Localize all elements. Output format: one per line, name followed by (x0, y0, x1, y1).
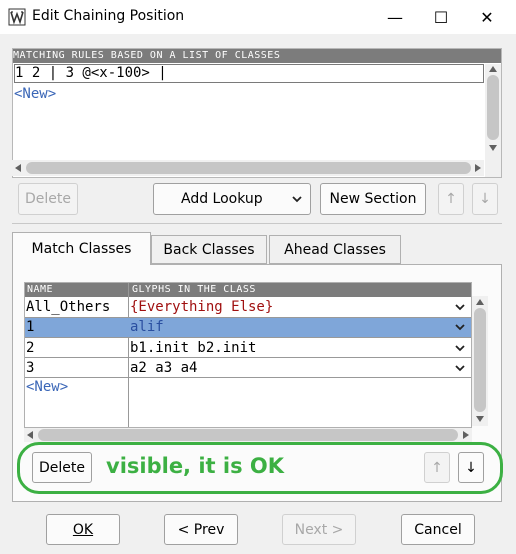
chevron-down-icon[interactable] (455, 324, 465, 331)
rules-new-item[interactable]: <New> (14, 86, 56, 102)
class-name-cell[interactable]: 3 (26, 358, 128, 378)
chevron-down-icon[interactable] (455, 365, 465, 372)
move-rule-down-button[interactable]: ↓ (472, 183, 498, 215)
prev-button[interactable]: < Prev (164, 514, 238, 545)
column-divider (128, 283, 129, 427)
add-lookup-dropdown[interactable]: Add Lookup (153, 183, 311, 215)
move-rule-up-button[interactable]: ↑ (438, 183, 464, 215)
rules-horizontal-scroll-thumb[interactable] (26, 162, 471, 174)
class-glyphs-cell[interactable]: {Everything Else} (130, 297, 450, 317)
next-label: Next > (294, 521, 344, 538)
move-class-down-button[interactable]: ↓ (458, 452, 484, 483)
new-section-button[interactable]: New Section (320, 183, 426, 215)
col-header-glyphs: Glyphs in the class (130, 283, 471, 297)
ok-button[interactable]: OK (46, 514, 120, 545)
scroll-right-arrow-icon[interactable] (462, 430, 470, 440)
rules-horizontal-scrollbar[interactable] (12, 160, 484, 176)
move-class-up-button[interactable]: ↑ (424, 452, 450, 483)
ok-label: OK (72, 521, 94, 538)
classes-horizontal-scrollbar[interactable] (24, 428, 472, 442)
scroll-up-arrow-icon[interactable] (488, 65, 498, 73)
annotation-text: visible, it is OK (106, 454, 285, 478)
tab-back-classes[interactable]: Back Classes (151, 235, 267, 264)
window-title: Edit Chaining Position (32, 8, 185, 24)
col-header-name: Name (25, 283, 130, 297)
add-lookup-label: Add Lookup (181, 191, 263, 207)
tab-ahead-classes[interactable]: Ahead Classes (269, 235, 401, 264)
class-name-cell[interactable]: All_Others (26, 297, 128, 317)
tab-match-classes[interactable]: Match Classes (12, 232, 151, 265)
app-icon (8, 8, 26, 26)
scroll-left-arrow-icon[interactable] (26, 430, 34, 440)
close-button[interactable]: ✕ (464, 0, 510, 34)
rules-vertical-scrollbar[interactable] (485, 64, 501, 177)
scroll-up-arrow-icon[interactable] (475, 298, 485, 306)
classes-table[interactable]: Name Glyphs in the class All_Others {Eve… (24, 282, 472, 428)
chevron-down-icon (292, 196, 302, 203)
chevron-down-icon[interactable] (455, 304, 465, 311)
scroll-left-arrow-icon[interactable] (14, 163, 22, 173)
class-name-cell[interactable]: 2 (26, 338, 128, 358)
maximize-button[interactable]: ☐ (418, 0, 464, 34)
cancel-button[interactable]: Cancel (401, 514, 475, 545)
rule-line-input[interactable]: 1 2 | 3 @<x-100> | (14, 64, 484, 83)
rules-header: Matching rules based on a list of classe… (13, 49, 501, 63)
classes-vertical-scrollbar[interactable] (472, 296, 488, 426)
minimize-button[interactable]: — (372, 0, 418, 34)
cancel-label: Cancel (414, 521, 462, 538)
classes-new-item[interactable]: <New> (26, 377, 128, 397)
scroll-down-arrow-icon[interactable] (488, 144, 498, 152)
class-glyphs-cell[interactable]: a2 a3 a4 (130, 358, 450, 378)
delete-rule-button[interactable]: Delete (18, 183, 78, 215)
class-name-cell[interactable]: 1 (26, 318, 128, 337)
chevron-down-icon[interactable] (455, 345, 465, 352)
rules-vertical-scroll-thumb[interactable] (487, 75, 499, 140)
separator (12, 223, 502, 224)
prev-label: < Prev (177, 521, 225, 538)
scroll-down-arrow-icon[interactable] (475, 415, 485, 423)
class-glyphs-cell[interactable]: alif (130, 318, 450, 337)
classes-vertical-scroll-thumb[interactable] (474, 308, 486, 412)
delete-class-button[interactable]: Delete (32, 452, 92, 483)
classes-horizontal-scroll-thumb[interactable] (38, 429, 458, 441)
scroll-right-arrow-icon[interactable] (474, 163, 482, 173)
next-button[interactable]: Next > (282, 514, 356, 545)
rules-list[interactable]: Matching rules based on a list of classe… (12, 48, 502, 178)
class-glyphs-cell[interactable]: b1.init b2.init (130, 338, 450, 358)
